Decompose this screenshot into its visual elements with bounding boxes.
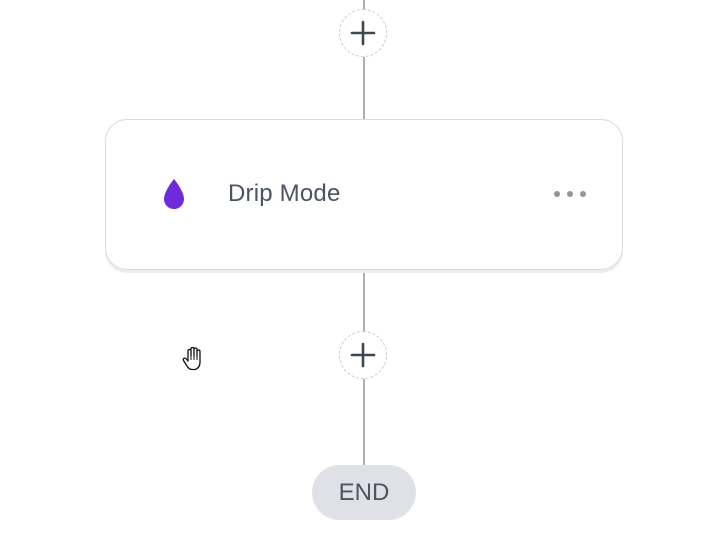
workflow-canvas[interactable]: Drip Mode END [0, 0, 728, 534]
connector-line-lower [363, 379, 365, 465]
more-dot-icon [567, 191, 573, 197]
node-title: Drip Mode [228, 180, 341, 207]
add-step-button-top[interactable] [339, 9, 387, 57]
more-options-button[interactable] [554, 184, 586, 204]
plus-icon [350, 342, 376, 368]
add-step-button-bottom[interactable] [339, 331, 387, 379]
end-label: END [338, 478, 390, 506]
end-node: END [312, 465, 416, 520]
hand-cursor-icon [182, 346, 201, 371]
droplet-icon [164, 179, 184, 209]
connector-line-middle [363, 270, 365, 331]
connector-line-top [363, 0, 365, 9]
drip-mode-node-card[interactable]: Drip Mode [105, 119, 623, 270]
more-dot-icon [580, 191, 586, 197]
more-dot-icon [554, 191, 560, 197]
plus-icon [350, 20, 376, 46]
connector-line-upper [363, 57, 365, 119]
